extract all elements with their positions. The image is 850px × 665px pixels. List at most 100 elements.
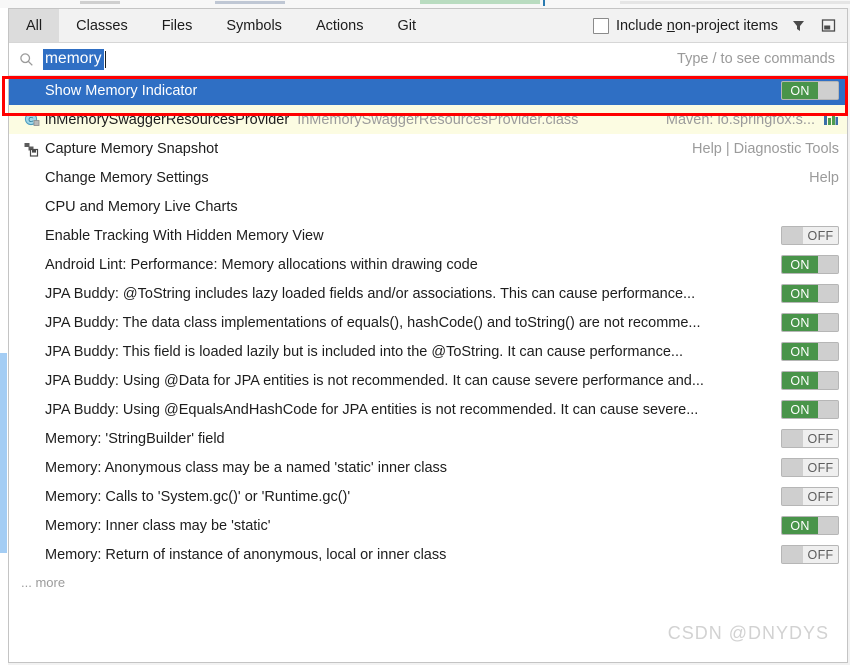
result-row-right: Maven: io.springfox:s... bbox=[666, 112, 847, 128]
result-label: inMemorySwaggerResourcesProvider bbox=[45, 111, 290, 128]
result-row-right: ON bbox=[781, 284, 847, 303]
result-row[interactable]: CinMemorySwaggerResourcesProvider InMemor… bbox=[9, 105, 847, 134]
toggle-container[interactable]: ON bbox=[781, 516, 839, 535]
result-label: Memory: 'StringBuilder' field bbox=[45, 430, 225, 447]
toggle-track bbox=[818, 517, 838, 534]
toggle-track bbox=[782, 227, 803, 244]
toggle-state-label: ON bbox=[782, 82, 818, 99]
toggle-track bbox=[782, 546, 803, 563]
result-row[interactable]: JPA Buddy: @ToString includes lazy loade… bbox=[9, 279, 847, 308]
chk-text-post: on-project items bbox=[674, 17, 778, 34]
toggle-state-label: ON bbox=[782, 401, 818, 418]
result-label: Memory: Calls to 'System.gc()' or 'Runti… bbox=[45, 488, 351, 505]
results-list[interactable]: Show Memory Indicator ON CinMemorySwaggerR… bbox=[9, 76, 847, 569]
open-in-window-icon[interactable] bbox=[818, 16, 838, 36]
toggle-container[interactable]: ON bbox=[781, 284, 839, 303]
result-row[interactable]: Show Memory Indicator ON bbox=[9, 76, 847, 105]
result-row-right: ON bbox=[781, 313, 847, 332]
toggle-container[interactable]: OFF bbox=[781, 226, 839, 245]
toggle-container[interactable]: ON bbox=[781, 313, 839, 332]
watermark: CSDN @DNYDYS bbox=[667, 623, 829, 643]
toggle-switch[interactable]: ON bbox=[781, 516, 839, 535]
result-row[interactable]: CPU and Memory Live Charts bbox=[9, 192, 847, 221]
svg-text:C: C bbox=[28, 115, 34, 124]
search-hint: Type / to see commands bbox=[677, 51, 835, 67]
toggle-switch[interactable]: ON bbox=[781, 342, 839, 361]
toggle-container[interactable]: ON bbox=[781, 81, 839, 100]
result-row[interactable]: Memory: 'StringBuilder' field OFF bbox=[9, 424, 847, 453]
toggle-switch[interactable]: ON bbox=[781, 313, 839, 332]
search-row[interactable]: memory Type / to see commands bbox=[9, 43, 847, 76]
toggle-track bbox=[782, 459, 803, 476]
result-row[interactable]: Android Lint: Performance: Memory alloca… bbox=[9, 250, 847, 279]
filter-funnel-icon[interactable] bbox=[788, 16, 808, 36]
toggle-state-label: ON bbox=[782, 372, 818, 389]
result-row-right: OFF bbox=[781, 487, 847, 506]
toggle-state-label: ON bbox=[782, 343, 818, 360]
toggle-switch[interactable]: ON bbox=[781, 255, 839, 274]
toggle-switch[interactable]: ON bbox=[781, 371, 839, 390]
result-row-right: Help bbox=[809, 170, 847, 186]
toggle-switch[interactable]: OFF bbox=[781, 226, 839, 245]
tab-git-label: Git bbox=[397, 17, 417, 34]
result-label: JPA Buddy: @ToString includes lazy loade… bbox=[45, 285, 696, 302]
result-label: Android Lint: Performance: Memory alloca… bbox=[45, 256, 478, 273]
result-label: Memory: Return of instance of anonymous,… bbox=[45, 546, 447, 563]
result-label: Memory: Inner class may be 'static' bbox=[45, 517, 271, 534]
toggle-switch[interactable]: OFF bbox=[781, 458, 839, 477]
toggle-track bbox=[818, 285, 838, 302]
toggle-state-label: ON bbox=[782, 517, 818, 534]
toggle-track bbox=[782, 488, 803, 505]
tab-classes[interactable]: Classes bbox=[59, 9, 145, 42]
result-row-right: ON bbox=[781, 342, 847, 361]
result-row[interactable]: Enable Tracking With Hidden Memory View O… bbox=[9, 221, 847, 250]
tab-symbols[interactable]: Symbols bbox=[209, 9, 299, 42]
tab-actions[interactable]: Actions bbox=[299, 9, 381, 42]
toggle-container[interactable]: OFF bbox=[781, 429, 839, 448]
result-row[interactable]: JPA Buddy: This field is loaded lazily b… bbox=[9, 337, 847, 366]
tab-files-label: Files bbox=[161, 17, 193, 34]
result-row[interactable]: Memory: Anonymous class may be a named '… bbox=[9, 453, 847, 482]
toggle-state-label: OFF bbox=[803, 546, 838, 563]
toggle-container[interactable]: OFF bbox=[781, 458, 839, 477]
result-row[interactable]: JPA Buddy: The data class implementation… bbox=[9, 308, 847, 337]
result-row[interactable]: Memory: Inner class may be 'static' ON bbox=[9, 511, 847, 540]
result-row-right: ON bbox=[781, 81, 847, 100]
result-row-right: Help | Diagnostic Tools bbox=[692, 141, 847, 157]
tab-all-label: All bbox=[26, 17, 43, 34]
toggle-switch[interactable]: ON bbox=[781, 81, 839, 100]
tab-all[interactable]: All bbox=[9, 9, 60, 42]
toggle-container[interactable]: OFF bbox=[781, 487, 839, 506]
result-row[interactable]: Memory: Calls to 'System.gc()' or 'Runti… bbox=[9, 482, 847, 511]
search-input[interactable]: memory bbox=[43, 48, 104, 70]
toggle-container[interactable]: OFF bbox=[781, 545, 839, 564]
toggle-container[interactable]: ON bbox=[781, 342, 839, 361]
tab-actions-label: Actions bbox=[315, 17, 364, 34]
checkbox-box[interactable] bbox=[592, 17, 609, 34]
result-row[interactable]: Capture Memory Snapshot Help | Diagnostic… bbox=[9, 134, 847, 163]
toggle-container[interactable]: ON bbox=[781, 400, 839, 419]
result-label: Capture Memory Snapshot bbox=[45, 140, 219, 157]
result-row[interactable]: Memory: Return of instance of anonymous,… bbox=[9, 540, 847, 569]
tab-git[interactable]: Git bbox=[381, 9, 434, 42]
toggle-switch[interactable]: OFF bbox=[781, 429, 839, 448]
result-right-text: Maven: io.springfox:s... bbox=[665, 111, 815, 128]
result-right-text: Help bbox=[809, 169, 839, 186]
tab-files[interactable]: Files bbox=[145, 9, 210, 42]
toggle-switch[interactable]: OFF bbox=[781, 487, 839, 506]
result-row[interactable]: Change Memory Settings Help bbox=[9, 163, 847, 192]
include-non-project-items-checkbox[interactable]: Include non-project items bbox=[592, 17, 778, 34]
result-row[interactable]: JPA Buddy: Using @Data for JPA entities … bbox=[9, 366, 847, 395]
toggle-container[interactable]: ON bbox=[781, 371, 839, 390]
toggle-state-label: ON bbox=[782, 314, 818, 331]
search-icon bbox=[9, 52, 43, 67]
more-results-link[interactable]: ... more bbox=[9, 569, 847, 595]
toggle-track bbox=[782, 430, 803, 447]
result-label: Change Memory Settings bbox=[45, 169, 209, 186]
toggle-container[interactable]: ON bbox=[781, 255, 839, 274]
toggle-switch[interactable]: ON bbox=[781, 284, 839, 303]
toggle-state-label: OFF bbox=[803, 227, 838, 244]
toggle-switch[interactable]: OFF bbox=[781, 545, 839, 564]
result-row[interactable]: JPA Buddy: Using @EqualsAndHashCode for … bbox=[9, 395, 847, 424]
toggle-switch[interactable]: ON bbox=[781, 400, 839, 419]
